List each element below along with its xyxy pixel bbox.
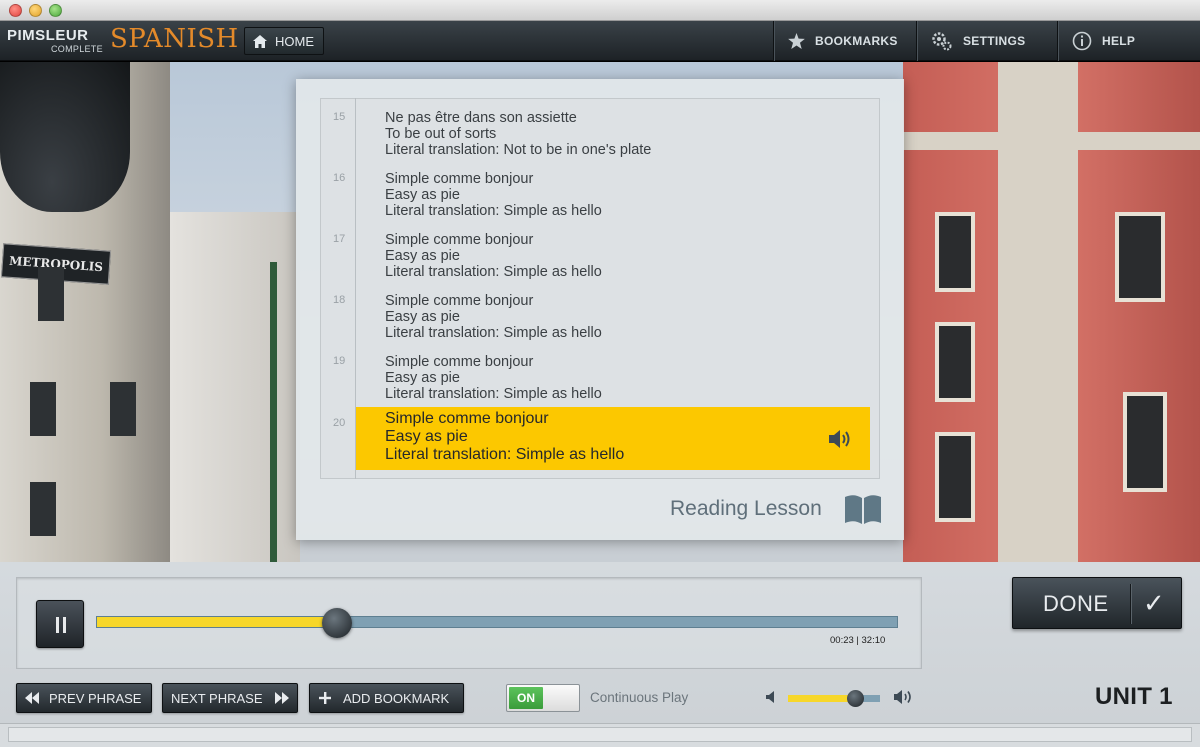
phrase-original: Simple comme bonjour — [385, 232, 534, 248]
home-label: HOME — [275, 33, 314, 49]
building-window — [30, 382, 56, 436]
phrase-meaning: Easy as pie — [385, 370, 460, 386]
pause-bar — [56, 617, 59, 633]
brand-language: SPANISH — [110, 24, 239, 54]
phrase-literal: Literal translation: Simple as hello — [385, 325, 602, 341]
nav-help-label: HELP — [1102, 34, 1136, 48]
reading-lesson-label: Reading Lesson — [670, 497, 822, 520]
phrase-entry[interactable]: 19 Simple comme bonjour Easy as pie Lite… — [320, 343, 880, 404]
info-icon — [1072, 31, 1092, 51]
building-window — [935, 212, 975, 292]
window-titlebar — [0, 0, 1200, 21]
volume-fill — [788, 695, 856, 702]
checkmark-icon: ✓ — [1143, 588, 1165, 618]
phrase-literal: Literal translation: Simple as hello — [385, 386, 602, 402]
building-right — [903, 62, 1200, 562]
nav-bookmarks-label: BOOKMARKS — [815, 34, 898, 48]
prev-phrase-label: PREV PHRASE — [49, 690, 142, 706]
next-phrase-label: NEXT PHRASE — [171, 690, 263, 706]
building-window — [110, 382, 136, 436]
window-minimize-button[interactable] — [29, 4, 42, 17]
volume-high-icon — [894, 690, 911, 704]
phrase-number: 15 — [333, 111, 346, 123]
status-footer-bar — [8, 727, 1192, 742]
app-header: PIMSLEUR COMPLETE SPANISH HOME BOOKMARKS… — [0, 21, 1200, 61]
building-middle — [170, 212, 300, 562]
done-label: DONE — [1043, 591, 1109, 616]
rewind-icon — [25, 692, 39, 704]
playback-scrubber-knob[interactable] — [322, 608, 352, 638]
volume-slider[interactable] — [788, 690, 880, 707]
plus-icon — [319, 692, 331, 704]
nav-settings-label: SETTINGS — [963, 34, 1026, 48]
building-dome — [0, 62, 130, 212]
prev-phrase-button[interactable]: PREV PHRASE — [16, 683, 152, 713]
phrase-original: Simple comme bonjour — [385, 293, 534, 309]
phrase-literal: Literal translation: Simple as hello — [385, 264, 602, 280]
done-divider — [1130, 584, 1131, 624]
phrase-entry[interactable]: 18 Simple comme bonjour Easy as pie Lite… — [320, 282, 880, 343]
building-window — [935, 322, 975, 402]
status-footer — [0, 723, 1200, 747]
phrase-entry[interactable]: 17 Simple comme bonjour Easy as pie Lite… — [320, 221, 880, 282]
phrase-original: Ne pas être dans son assiette — [385, 110, 577, 126]
phrase-literal: Literal translation: Simple as hello — [385, 446, 625, 463]
unit-label: UNIT 1 — [1095, 683, 1173, 710]
phrase-meaning: Easy as pie — [385, 187, 460, 203]
building-niche — [1123, 392, 1167, 492]
nav-settings-button[interactable]: SETTINGS — [916, 21, 1057, 61]
window-maximize-button[interactable] — [49, 4, 62, 17]
pause-bar — [63, 617, 66, 633]
phrase-meaning: Easy as pie — [385, 309, 460, 325]
phrase-entry[interactable]: 15 Ne pas être dans son assiette To be o… — [320, 99, 880, 160]
phrase-number: 20 — [333, 417, 346, 429]
add-bookmark-label: ADD BOOKMARK — [343, 690, 450, 706]
playback-time: 00:23 | 32:10 — [830, 635, 886, 646]
building-window — [935, 432, 975, 522]
phrase-meaning: To be out of sorts — [385, 126, 497, 142]
phrase-meaning: Easy as pie — [385, 248, 460, 264]
fast-forward-icon — [274, 692, 289, 704]
building-left: METROPOLIS — [0, 62, 170, 562]
continuous-play-label: Continuous Play — [590, 690, 689, 705]
brand-edition: COMPLETE — [51, 44, 103, 54]
add-bookmark-button[interactable]: ADD BOOKMARK — [309, 683, 464, 713]
phrase-original: Simple comme bonjour — [385, 410, 549, 427]
speaker-icon[interactable] — [827, 428, 853, 450]
brand-logo: PIMSLEUR COMPLETE — [7, 25, 107, 57]
continuous-play-toggle[interactable]: ON — [506, 684, 580, 712]
phrase-entry-active[interactable]: 20 Simple comme bonjour Easy as pie Lite… — [320, 405, 880, 470]
phrase-literal: Literal translation: Not to be in one's … — [385, 142, 652, 158]
building-window — [38, 267, 64, 321]
phrase-number: 16 — [333, 172, 346, 184]
home-button[interactable]: HOME — [244, 27, 324, 55]
pause-button[interactable] — [36, 600, 84, 648]
brand-name: PIMSLEUR — [7, 27, 89, 44]
window-close-button[interactable] — [9, 4, 22, 17]
gear-icon — [932, 32, 952, 51]
playback-progress-bar[interactable] — [96, 608, 898, 638]
toggle-on-state: ON — [509, 687, 543, 709]
phrase-number: 17 — [333, 233, 346, 245]
building-window — [30, 482, 56, 536]
phrase-original: Simple comme bonjour — [385, 171, 534, 187]
building-cornice — [903, 132, 1200, 150]
nav-help-button[interactable]: HELP — [1057, 21, 1200, 61]
phrase-meaning: Easy as pie — [385, 428, 468, 445]
phrase-literal: Literal translation: Simple as hello — [385, 203, 602, 219]
home-icon — [253, 34, 267, 48]
phrase-number: 19 — [333, 355, 346, 367]
phrase-number: 18 — [333, 294, 346, 306]
done-button[interactable]: DONE ✓ — [1012, 577, 1182, 629]
playback-progress-fill — [97, 617, 337, 627]
phrase-entry[interactable]: 16 Simple comme bonjour Easy as pie Lite… — [320, 160, 880, 221]
building-window — [1115, 212, 1165, 302]
star-icon — [788, 33, 805, 49]
next-phrase-button[interactable]: NEXT PHRASE — [162, 683, 298, 713]
book-icon — [845, 495, 881, 524]
volume-low-icon — [766, 691, 774, 703]
phrase-original: Simple comme bonjour — [385, 354, 534, 370]
nav-bookmarks-button[interactable]: BOOKMARKS — [773, 21, 916, 61]
street-lamp-pole — [270, 262, 277, 562]
